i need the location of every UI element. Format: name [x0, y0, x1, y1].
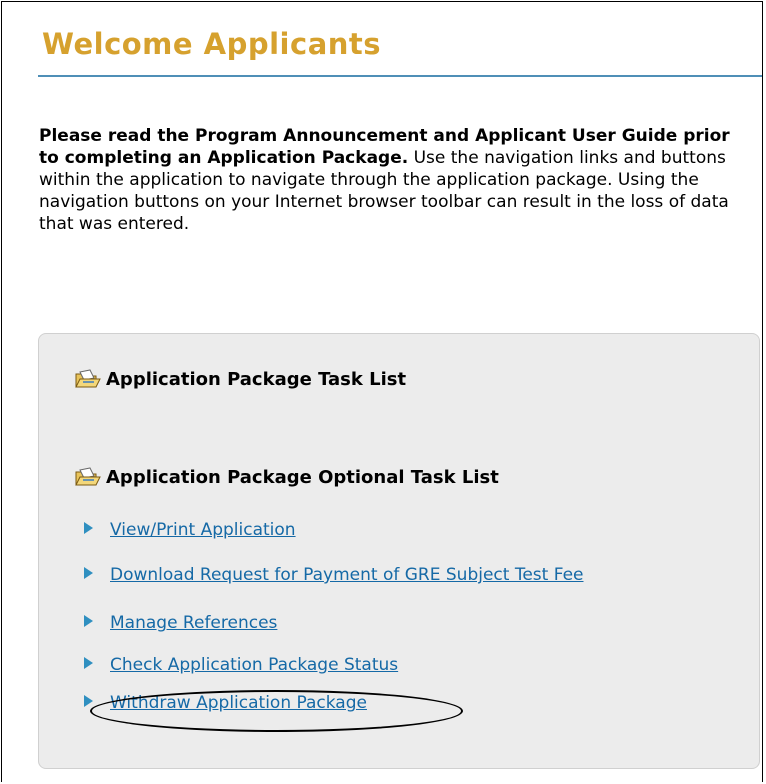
list-item: Manage References [84, 612, 277, 634]
list-item: View/Print Application [84, 519, 296, 541]
intro-paragraph: Please read the Program Announcement and… [39, 125, 754, 235]
triangle-bullet-icon [84, 522, 93, 534]
triangle-bullet-icon [84, 567, 93, 579]
task-list-header: Application Package Task List [74, 368, 406, 390]
list-item: Withdraw Application Package [84, 692, 367, 714]
triangle-bullet-icon [84, 657, 93, 669]
download-gre-fee-request-link[interactable]: Download Request for Payment of GRE Subj… [110, 564, 584, 586]
open-folder-icon [74, 368, 102, 390]
triangle-bullet-icon [84, 695, 93, 707]
optional-task-list-header: Application Package Optional Task List [74, 466, 499, 488]
manage-references-link[interactable]: Manage References [110, 612, 277, 634]
open-folder-icon [74, 466, 102, 488]
withdraw-application-link[interactable]: Withdraw Application Package [110, 692, 367, 714]
list-item: Check Application Package Status [84, 654, 398, 676]
title-divider [38, 75, 762, 77]
check-application-status-link[interactable]: Check Application Package Status [110, 654, 398, 676]
optional-task-list-label: Application Package Optional Task List [106, 466, 499, 488]
page-title: Welcome Applicants [42, 27, 382, 61]
list-item: Download Request for Payment of GRE Subj… [84, 564, 704, 586]
task-list-label: Application Package Task List [106, 368, 407, 390]
view-print-application-link[interactable]: View/Print Application [110, 519, 296, 541]
triangle-bullet-icon [84, 615, 93, 627]
